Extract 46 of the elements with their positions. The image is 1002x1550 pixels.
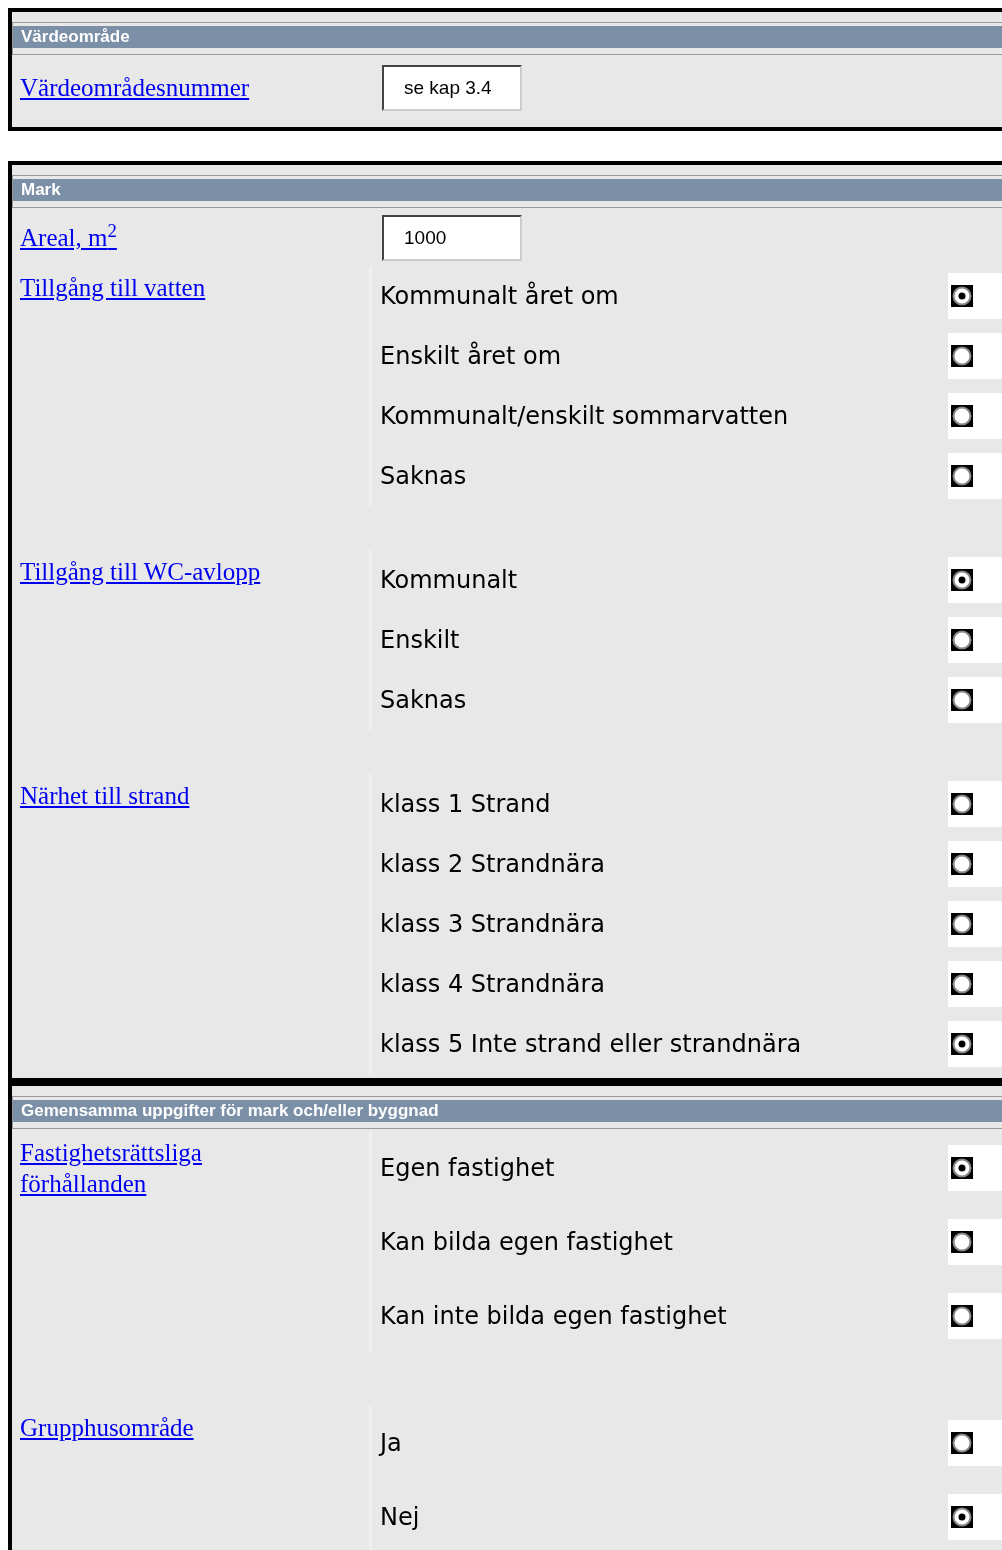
option-label: klass 3 Strandnära [380,909,605,940]
text-input[interactable]: se kap 3.4 [382,65,522,111]
radio-button[interactable] [951,1506,973,1528]
radio-button[interactable] [951,1305,973,1327]
field-link[interactable]: Fastighetsrättsliga förhållanden [20,1137,320,1199]
option-label: Kommunalt året om [380,280,619,312]
option-label: Saknas [380,461,467,492]
radio-button[interactable] [951,629,973,651]
option-label: Nej [380,1502,420,1533]
field-link[interactable]: Värdeområdesnummer [20,69,382,107]
radio-button[interactable] [951,853,973,875]
option-label: Egen fastighet [380,1153,555,1184]
option-label: Enskilt året om [380,340,562,372]
section-header: Värdeområde [13,26,1002,48]
option-label: klass 4 Strandnära [380,969,605,1000]
radio-button[interactable] [951,285,973,307]
option-label: Kommunalt [380,565,518,596]
radio-button[interactable] [951,569,973,591]
field-link[interactable]: Närhet till strand [20,780,320,811]
option-label: klass 1 Strand [380,789,551,820]
option-label: Enskilt [380,625,460,656]
radio-button[interactable] [951,689,973,711]
radio-button[interactable] [951,973,973,995]
radio-button[interactable] [951,913,973,935]
field-link[interactable]: Areal, m$^{2}$ [20,219,382,257]
section-header: Gemensamma uppgifter för mark och/eller byggnad [13,1100,1002,1122]
radio-button[interactable] [951,465,973,487]
radio-button[interactable] [951,345,973,367]
field-link[interactable]: Tillgång till vatten [20,272,320,303]
text-input[interactable]: 1000 [382,215,522,261]
radio-button[interactable] [951,405,973,427]
radio-button[interactable] [951,1033,973,1055]
section-header: Mark [13,179,1002,201]
radio-button[interactable] [951,1157,973,1179]
option-label: Ja [380,1428,402,1459]
field-link[interactable]: Grupphusområde [20,1412,320,1443]
option-label: Kan inte bilda egen fastighet [380,1301,727,1332]
option-label: Kan bilda egen fastighet [380,1227,673,1258]
option-label: klass 5 Inte strand eller strandnära [380,1029,802,1060]
radio-button[interactable] [951,1231,973,1253]
radio-button[interactable] [951,1432,973,1454]
option-label: Saknas [380,685,467,716]
option-label: Kommunalt/enskilt sommarvatten [380,401,789,432]
field-link[interactable]: Tillgång till WC-avlopp [20,556,320,587]
option-label: klass 2 Strandnära [380,849,605,880]
radio-button[interactable] [951,793,973,815]
